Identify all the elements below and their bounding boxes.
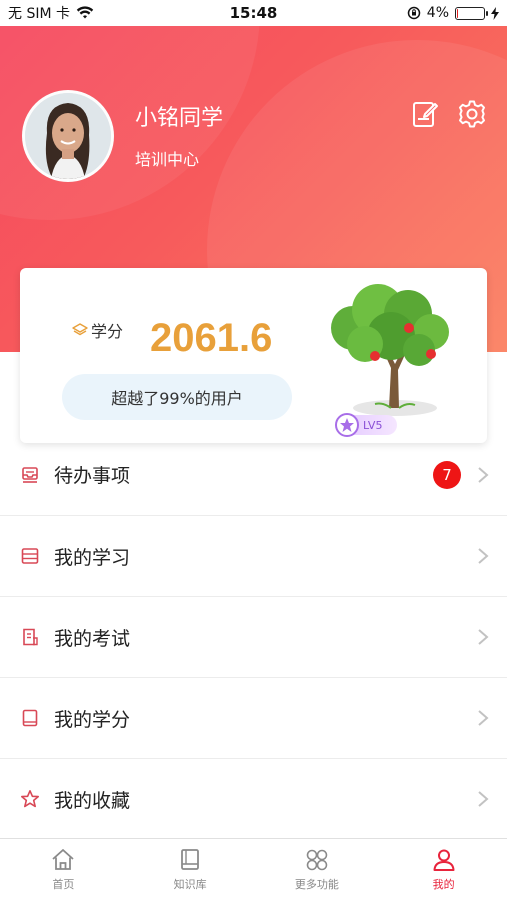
- charging-icon: [491, 6, 499, 20]
- credit-value: 2061.6: [150, 316, 273, 360]
- menu-item-label: 我的学分: [54, 708, 131, 731]
- wifi-icon: [76, 6, 94, 19]
- star-icon: [21, 790, 39, 808]
- grid-icon: [306, 849, 328, 871]
- menu-item-my-exams[interactable]: 我的考试: [0, 597, 507, 678]
- inbox-icon: [22, 466, 38, 483]
- rank-text: 超越了99%的用户: [111, 389, 243, 408]
- menu-item-my-credits[interactable]: 我的学分: [0, 678, 507, 759]
- chevron-right-icon: [478, 629, 489, 645]
- tab-label: 我的: [432, 878, 455, 891]
- settings-gear-icon[interactable]: [457, 99, 487, 129]
- credit-card[interactable]: 学分 2061.6 超越了99%的用户 LV5: [20, 268, 487, 443]
- menu-item-todo[interactable]: 待办事项 7: [0, 434, 507, 516]
- bottom-tab-bar: 首页 知识库 更多功能 我的: [0, 838, 507, 900]
- layers-icon: [72, 323, 88, 336]
- knowledge-book-icon: [181, 849, 200, 870]
- rotation-lock-icon: [407, 6, 421, 20]
- edit-icon[interactable]: [410, 99, 440, 129]
- chevron-right-icon: [478, 548, 489, 564]
- tab-label: 更多功能: [294, 878, 339, 891]
- level-text: LV5: [363, 418, 383, 432]
- home-icon: [52, 849, 74, 870]
- battery-icon: [455, 6, 488, 20]
- credit-label: 学分: [72, 318, 123, 342]
- battery-percent: 4%: [426, 5, 449, 21]
- credit-label-text: 学分: [91, 322, 124, 341]
- carrier-text: 无 SIM 卡: [8, 6, 70, 22]
- status-bar: 无 SIM 卡 15:48 4%: [0, 0, 507, 26]
- tab-label: 知识库: [173, 878, 207, 891]
- avatar[interactable]: [22, 90, 114, 182]
- tab-home[interactable]: 首页: [0, 839, 127, 900]
- user-name: 小铭同学: [135, 106, 224, 131]
- chevron-right-icon: [478, 710, 489, 726]
- menu-item-label: 我的考试: [54, 627, 131, 650]
- menu-item-label: 待办事项: [54, 465, 131, 487]
- organization-name: 培训中心: [135, 150, 200, 169]
- level-badge: LV5: [335, 413, 397, 437]
- tab-mine[interactable]: 我的: [380, 839, 507, 900]
- book-icon: [22, 709, 38, 727]
- tab-label: 首页: [52, 878, 75, 891]
- todo-count-badge: 7: [433, 460, 461, 489]
- list-icon: [21, 548, 39, 564]
- tab-more-functions[interactable]: 更多功能: [254, 839, 381, 900]
- menu-item-label: 我的收藏: [54, 789, 131, 812]
- rank-pill: 超越了99%的用户: [62, 374, 292, 420]
- menu-list: 待办事项 7 我的学习 我的考试 我的学分 我的收藏: [0, 434, 507, 840]
- person-icon: [433, 849, 455, 871]
- chevron-right-icon: [478, 791, 489, 807]
- menu-item-my-favorites[interactable]: 我的收藏: [0, 759, 507, 840]
- menu-item-my-study[interactable]: 我的学习: [0, 516, 507, 597]
- menu-item-label: 我的学习: [54, 546, 131, 569]
- tab-knowledge-base[interactable]: 知识库: [127, 839, 254, 900]
- growth-tree-illustration: [331, 284, 449, 416]
- exam-icon: [23, 628, 38, 646]
- chevron-right-icon: [478, 466, 489, 483]
